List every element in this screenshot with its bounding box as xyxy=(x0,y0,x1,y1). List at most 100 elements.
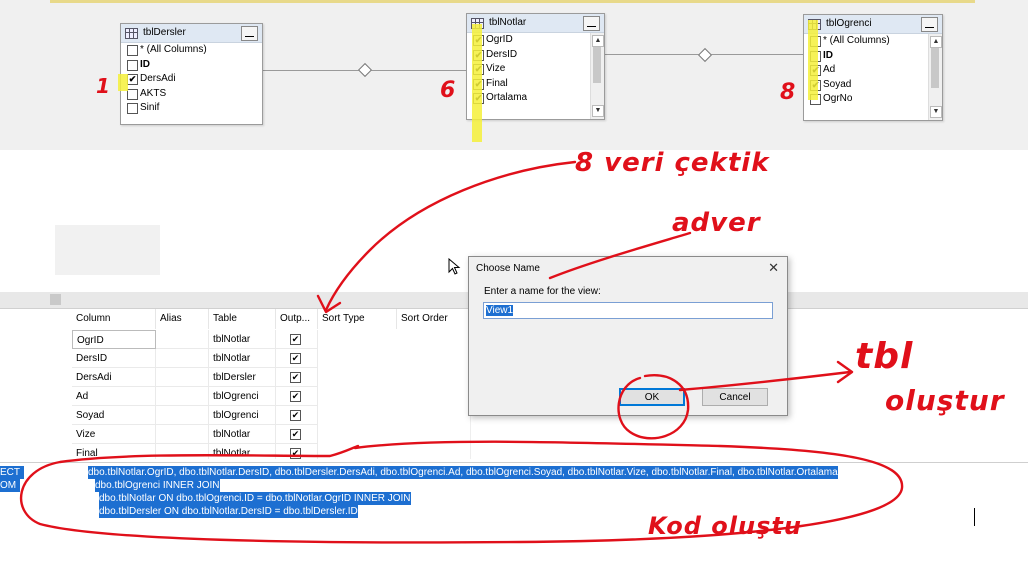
table-row[interactable]: DersID tblNotlar ✔ xyxy=(0,349,470,368)
table-row[interactable]: Ad tblOgrenci ✔ xyxy=(0,387,470,406)
field-row[interactable]: ✔DersID xyxy=(467,48,590,63)
cell-table[interactable]: tblNotlar xyxy=(209,444,276,459)
cell-alias[interactable] xyxy=(156,444,209,459)
cell-table[interactable]: tblOgrenci xyxy=(209,387,276,406)
cell-table[interactable]: tblDersler xyxy=(209,368,276,387)
field-label: ID xyxy=(140,58,150,70)
field-row[interactable]: ✔ DersAdi xyxy=(121,72,262,87)
minimize-button[interactable] xyxy=(583,16,600,31)
output-checkbox[interactable]: ✔ xyxy=(290,391,301,402)
field-row[interactable]: ✔Ortalama xyxy=(467,91,590,106)
annotation-count-ogrenci: 8 xyxy=(780,80,797,105)
scroll-thumb[interactable] xyxy=(593,47,601,83)
cell-column[interactable]: Soyad xyxy=(72,406,156,425)
output-checkbox[interactable]: ✔ xyxy=(290,410,301,421)
field-checkbox[interactable] xyxy=(127,59,138,71)
output-checkbox[interactable]: ✔ xyxy=(290,429,301,440)
cell-output[interactable]: ✔ xyxy=(276,368,318,387)
cell-alias[interactable] xyxy=(156,425,209,444)
field-row[interactable]: ✔Soyad xyxy=(804,78,928,93)
cell-table[interactable]: tblNotlar xyxy=(209,349,276,368)
cell-alias[interactable] xyxy=(156,406,209,425)
scroll-up-icon[interactable]: ▲ xyxy=(930,36,942,48)
field-checkbox[interactable] xyxy=(127,45,138,56)
view-name-value: View1 xyxy=(486,305,514,316)
output-checkbox[interactable]: ✔ xyxy=(290,334,301,345)
field-row[interactable]: OgrNo xyxy=(804,92,928,107)
field-row[interactable]: ID xyxy=(121,58,262,73)
cell-alias[interactable] xyxy=(156,368,209,387)
ok-button[interactable]: OK xyxy=(619,388,685,406)
table-header[interactable]: tblDersler xyxy=(121,24,262,43)
table-row[interactable]: DersAdi tblDersler ✔ xyxy=(0,368,470,387)
column-header-sort-type[interactable]: Sort Type xyxy=(318,309,397,329)
output-checkbox[interactable]: ✔ xyxy=(290,372,301,383)
scroll-down-icon[interactable]: ▼ xyxy=(930,106,942,118)
diagram-pane: tblDersler * (All Columns) ID ✔ DersAdi A… xyxy=(0,0,1028,150)
field-list-scrollbar[interactable]: ▲ ▼ xyxy=(928,34,942,120)
column-header-column[interactable]: Column xyxy=(72,309,156,329)
cell-column[interactable]: Vize xyxy=(72,425,156,444)
field-row[interactable]: ✔OgrID xyxy=(467,33,590,48)
cell-alias[interactable] xyxy=(156,330,209,349)
cell-output[interactable]: ✔ xyxy=(276,406,318,425)
table-row[interactable]: OgrID tblNotlar ✔ xyxy=(0,330,470,349)
field-checkbox[interactable] xyxy=(127,103,138,114)
column-header-table[interactable]: Table xyxy=(209,309,276,329)
text-cursor xyxy=(974,508,975,526)
relationship-diamond-notlar-ogrenci[interactable] xyxy=(697,47,713,63)
table-header[interactable]: tblOgrenci xyxy=(804,15,942,34)
table-box-tblogrenci[interactable]: tblOgrenci * (All Columns) ID ✔Ad ✔Soyad… xyxy=(803,14,943,121)
cell-column[interactable]: Ad xyxy=(72,387,156,406)
view-name-input[interactable]: View1 xyxy=(483,302,773,319)
cell-output[interactable]: ✔ xyxy=(276,330,318,349)
table-row[interactable]: Vize tblNotlar ✔ xyxy=(0,425,470,444)
field-row[interactable]: ID xyxy=(804,49,928,64)
cell-table[interactable]: tblNotlar xyxy=(209,425,276,444)
minimize-button[interactable] xyxy=(921,17,938,32)
minimize-button[interactable] xyxy=(241,26,258,41)
cell-alias[interactable] xyxy=(156,349,209,368)
cell-column[interactable]: DersAdi xyxy=(72,368,156,387)
cancel-button[interactable]: Cancel xyxy=(702,388,768,406)
pane-toggle-icon[interactable] xyxy=(50,294,61,305)
cell-table[interactable]: tblOgrenci xyxy=(209,406,276,425)
cell-column[interactable]: OgrID xyxy=(72,330,156,349)
table-row[interactable]: Soyad tblOgrenci ✔ xyxy=(0,406,470,425)
cell-output[interactable]: ✔ xyxy=(276,387,318,406)
table-box-tblnotlar[interactable]: tblNotlar ✔OgrID ✔DersID ✔Vize ✔Final ✔O… xyxy=(466,13,605,120)
table-header[interactable]: tblNotlar xyxy=(467,14,604,33)
scroll-up-icon[interactable]: ▲ xyxy=(592,35,604,47)
output-checkbox[interactable]: ✔ xyxy=(290,448,301,459)
column-header-sort-order[interactable]: Sort Order xyxy=(397,309,470,329)
table-box-tbldersler[interactable]: tblDersler * (All Columns) ID ✔ DersAdi A… xyxy=(120,23,263,125)
table-row[interactable]: Final tblNotlar ✔ xyxy=(0,444,470,459)
close-icon[interactable]: ✕ xyxy=(768,260,779,276)
column-header-alias[interactable]: Alias xyxy=(156,309,209,329)
cell-output[interactable]: ✔ xyxy=(276,444,318,459)
output-checkbox[interactable]: ✔ xyxy=(290,353,301,364)
scroll-down-icon[interactable]: ▼ xyxy=(592,105,604,117)
field-checkbox[interactable] xyxy=(127,88,138,100)
column-header-output[interactable]: Outp... xyxy=(276,309,318,329)
criteria-grid: Column Alias Table Outp... Sort Type Sor… xyxy=(0,309,470,459)
cell-column[interactable]: DersID xyxy=(72,349,156,368)
field-row[interactable]: ✔Final xyxy=(467,77,590,92)
cell-column[interactable]: Final xyxy=(72,444,156,459)
field-row[interactable]: AKTS xyxy=(121,87,262,102)
cell-alias[interactable] xyxy=(156,387,209,406)
cell-output[interactable]: ✔ xyxy=(276,425,318,444)
field-list-scrollbar[interactable]: ▲ ▼ xyxy=(590,33,604,119)
field-row[interactable]: * (All Columns) xyxy=(121,43,262,58)
field-row[interactable]: * (All Columns) xyxy=(804,34,928,49)
cell-table[interactable]: tblNotlar xyxy=(209,330,276,349)
field-row[interactable]: ✔Vize xyxy=(467,62,590,77)
field-row[interactable]: Sinif xyxy=(121,101,262,116)
sql-pane[interactable]: ECT dbo.tblNotlar.OgrID, dbo.tblNotlar.D… xyxy=(0,462,1028,562)
scroll-thumb[interactable] xyxy=(931,48,939,88)
relationship-diamond-dersler-notlar[interactable] xyxy=(357,62,373,78)
field-row[interactable]: ✔Ad xyxy=(804,63,928,78)
field-checkbox[interactable]: ✔ xyxy=(127,74,138,85)
field-label: * (All Columns) xyxy=(823,35,890,46)
cell-output[interactable]: ✔ xyxy=(276,349,318,368)
